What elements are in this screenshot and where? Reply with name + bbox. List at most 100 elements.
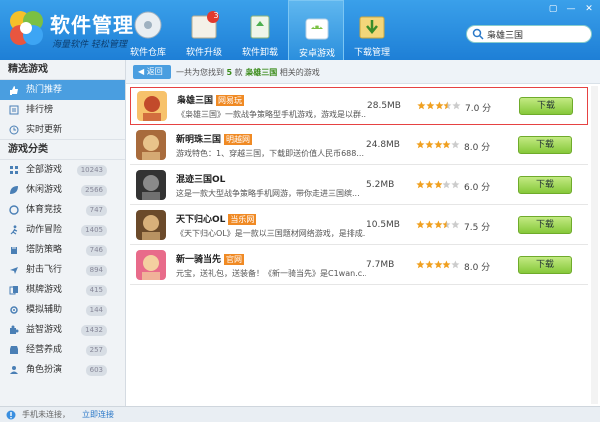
sidebar-item-category[interactable]: 经营养成 257 [0, 340, 125, 360]
star-icon [417, 101, 426, 110]
game-title[interactable]: 新一骑当先 [176, 255, 221, 265]
search-input[interactable] [487, 27, 585, 41]
star-icon [442, 260, 451, 269]
sidebar-item-label: 角色扮演 [26, 365, 63, 375]
download-button[interactable]: 下载 [518, 136, 572, 154]
sidebar-item-category[interactable]: 模拟辅助 144 [0, 300, 125, 320]
nav-label: 软件卸载 [241, 48, 278, 58]
sidebar-item-category[interactable]: 益智游戏 1432 [0, 320, 125, 340]
grid-icon [10, 166, 18, 174]
game-row[interactable]: 枭雄三国 网易玩 《枭雄三国》一款战争策略型手机游戏，游戏是以群... 28.5MB 7… [130, 87, 588, 125]
sidebar-item-category[interactable]: 全部游戏 10243 [0, 160, 125, 180]
game-name[interactable]: 新一骑当先 官网 [176, 252, 245, 265]
search-icon[interactable] [472, 28, 484, 40]
search-box[interactable] [466, 25, 592, 43]
star-icon [416, 180, 425, 189]
game-description: 这是一款大型战争策略手机网游，带你走进三国缤... [176, 189, 360, 198]
star-icon [416, 220, 425, 229]
rating-stars [416, 220, 460, 230]
result-suffix: 相关的游戏 [279, 68, 320, 77]
game-icon-mingzhu[interactable] [136, 130, 166, 160]
star-icon [433, 260, 443, 269]
back-button[interactable]: ◀ 返回 [133, 65, 171, 79]
game-row[interactable]: 新明珠三国 明越网 游戏特色：1、穿越三国，下载即送价值人民币688... 24.8M… [130, 127, 588, 165]
game-score: 8.0 分 [464, 143, 491, 153]
star-icon [433, 180, 443, 189]
sidebar-item-category[interactable]: 动作冒险 1405 [0, 220, 125, 240]
status-text: 手机未连接， [22, 410, 70, 419]
cards-icon [9, 286, 18, 295]
nav-android-games[interactable]: 安卓游戏 [288, 0, 344, 60]
game-row[interactable]: 天下归心OL 当乐网 《天下归心OL》是一款以三国题材网络游戏，是排成... 10.5… [130, 207, 588, 245]
download-button[interactable]: 下载 [518, 216, 572, 234]
scrollbar[interactable] [591, 86, 598, 404]
game-size: 28.5MB [367, 101, 401, 111]
sidebar-item-label: 棋牌游戏 [26, 285, 63, 295]
game-icon-tianxia[interactable] [136, 210, 166, 240]
category-count-badge: 746 [85, 245, 107, 256]
close-icon[interactable]: ✕ [582, 3, 596, 15]
section-heading-featured: 精选游戏 [0, 60, 125, 80]
sidebar-item-category[interactable]: 体育竞技 747 [0, 200, 125, 220]
sidebar-item-category[interactable]: 角色扮演 603 [0, 360, 125, 380]
category-list: 全部游戏 10243 休闲游戏 2566 体育竞技 747 动作冒险 1405 塔防策略 746 射… [0, 160, 125, 380]
sidebar-item-category[interactable]: 休闲游戏 2566 [0, 180, 125, 200]
runner-icon [10, 225, 18, 235]
sidebar-item-label: 塔防策略 [26, 245, 63, 255]
source-tag-badge: 网易玩 [216, 95, 245, 106]
sidebar-item-label: 全部游戏 [26, 165, 63, 175]
game-size: 10.5MB [366, 220, 400, 230]
game-title[interactable]: 新明珠三国 [176, 135, 221, 145]
sidebar-item-hot[interactable]: 热门推荐 [0, 80, 125, 100]
sidebar-item-category[interactable]: 射击飞行 894 [0, 260, 125, 280]
game-name[interactable]: 枭雄三国 网易玩 [177, 93, 245, 106]
sidebar-item-label: 模拟辅助 [26, 305, 63, 315]
header-bar: 软件管理 海量软件 轻松管理 软件仓库 3 软件升级 软件卸载 安卓游戏 下载管… [0, 0, 600, 60]
game-icon-xiaoxiong[interactable] [137, 91, 167, 121]
nav-software-store[interactable]: 软件仓库 [120, 0, 176, 60]
game-name[interactable]: 混迹三国OL [176, 172, 225, 185]
sidebar-item-ranking[interactable]: 排行榜 [0, 100, 125, 120]
section-heading-categories: 游戏分类 [0, 140, 125, 160]
game-title[interactable]: 天下归心OL [176, 215, 225, 225]
star-icon [451, 260, 460, 269]
category-count-badge: 415 [85, 285, 107, 296]
download-button[interactable]: 下载 [518, 256, 572, 274]
rating-stars [416, 180, 460, 190]
game-row[interactable]: 混迹三国OL 这是一款大型战争策略手机网游，带你走进三国缤... 5.2MB 6.0 … [130, 167, 588, 205]
category-count-badge: 2566 [81, 185, 107, 196]
game-icon-yiqi[interactable] [136, 250, 166, 280]
sidebar: 精选游戏 热门推荐 排行榜 实时更新 游戏分类 全部游戏 10243 休闲游戏 256… [0, 60, 126, 406]
category-count-badge: 1432 [81, 325, 107, 336]
nav-software-upgrade[interactable]: 3 软件升级 [176, 0, 232, 60]
game-title[interactable]: 枭雄三国 [177, 96, 213, 106]
nav-download-manager[interactable]: 下载管理 [344, 0, 400, 60]
connect-link[interactable]: 立即连接 [82, 409, 114, 420]
game-icon-hunji[interactable] [136, 170, 166, 200]
download-button[interactable]: 下载 [519, 97, 573, 115]
game-score: 7.0 分 [465, 104, 492, 114]
game-score: 7.5 分 [464, 223, 491, 233]
game-title[interactable]: 混迹三国OL [176, 175, 225, 185]
result-prefix: 一共为您找到 [176, 68, 224, 77]
thumb-icon [10, 86, 18, 95]
nav-software-uninstall[interactable]: 软件卸载 [232, 0, 288, 60]
sidebar-item-updates[interactable]: 实时更新 [0, 120, 125, 140]
restore-icon[interactable]: ▢ [546, 3, 560, 15]
sidebar-item-category[interactable]: 棋牌游戏 415 [0, 280, 125, 300]
game-row[interactable]: 新一骑当先 官网 元宝，送礼包，送装备！《新一骑当先》是C1wan.c... 7.7M… [130, 247, 588, 285]
game-description: 游戏特色：1、穿越三国，下载即送价值人民币688... [176, 149, 364, 158]
app-logo-icon [10, 11, 43, 45]
star-icon [425, 220, 434, 229]
download-button[interactable]: 下载 [518, 176, 572, 194]
game-name[interactable]: 新明珠三国 明越网 [176, 132, 253, 145]
star-icon [433, 220, 443, 229]
back-label: 返回 [146, 67, 163, 76]
star-icon [443, 101, 452, 110]
game-name[interactable]: 天下归心OL 当乐网 [176, 212, 257, 225]
minimize-icon[interactable]: — [564, 3, 578, 15]
sidebar-item-label: 休闲游戏 [26, 185, 63, 195]
star-icon [425, 140, 434, 149]
game-score: 6.0 分 [464, 183, 491, 193]
sidebar-item-category[interactable]: 塔防策略 746 [0, 240, 125, 260]
